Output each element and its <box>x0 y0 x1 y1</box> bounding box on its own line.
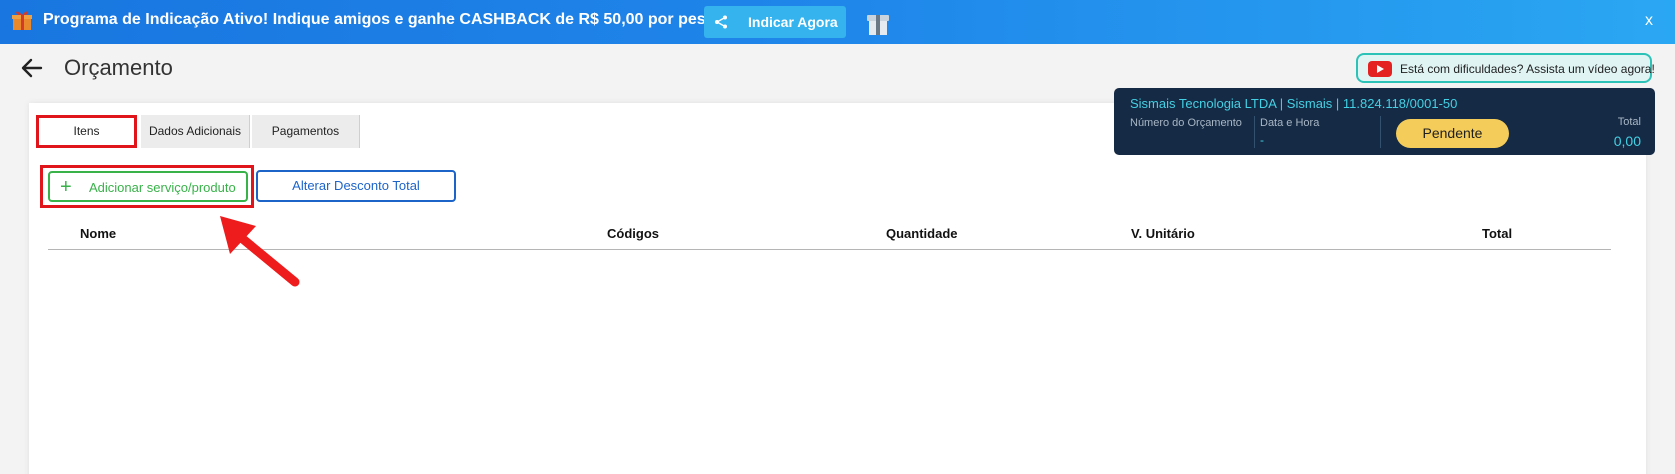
help-video-button[interactable]: Está com dificuldades? Assista um vídeo … <box>1356 53 1655 83</box>
share-icon <box>715 15 727 29</box>
refer-now-label: Indicar Agora <box>748 14 838 30</box>
promo-message: Programa de Indicação Ativo! Indique ami… <box>43 11 739 28</box>
plus-icon: + <box>60 176 72 198</box>
column-header-total: Total <box>1482 226 1513 241</box>
youtube-icon <box>1368 61 1392 77</box>
close-banner-button[interactable]: x <box>1645 12 1653 30</box>
gift-box-icon <box>867 15 889 35</box>
back-arrow-icon[interactable] <box>20 56 44 80</box>
budget-number-label: Número do Orçamento <box>1130 117 1242 129</box>
gift-icon <box>12 11 32 30</box>
tab-pagamentos[interactable]: Pagamentos <box>252 115 360 148</box>
add-service-product-label: Adicionar serviço/produto <box>89 180 236 195</box>
summary-divider <box>1254 116 1255 148</box>
annotation-arrow-icon <box>220 216 300 287</box>
summary-divider <box>1380 116 1381 148</box>
change-total-discount-button[interactable]: Alterar Desconto Total <box>256 170 456 202</box>
budget-summary-card: Sismais Tecnologia LTDA | Sismais | 11.8… <box>1114 88 1655 155</box>
tab-itens[interactable]: Itens <box>36 115 137 148</box>
add-service-product-button[interactable]: + Adicionar serviço/produto <box>48 171 248 202</box>
tab-dados-adicionais[interactable]: Dados Adicionais <box>141 115 250 148</box>
promo-banner: Programa de Indicação Ativo! Indique ami… <box>0 0 1675 44</box>
help-video-label: Está com dificuldades? Assista um vídeo … <box>1400 62 1655 76</box>
page-title: Orçamento <box>64 55 173 80</box>
column-header-codigos: Códigos <box>607 226 659 241</box>
company-info: Sismais Tecnologia LTDA | Sismais | 11.8… <box>1130 96 1458 111</box>
refer-now-button[interactable]: Indicar Agora <box>704 6 846 38</box>
column-header-nome: Nome <box>80 226 117 241</box>
datetime-value: - <box>1260 133 1264 147</box>
total-label: Total <box>1617 116 1641 128</box>
column-header-quantidade: Quantidade <box>886 226 958 241</box>
column-header-valor-unitario: V. Unitário <box>1131 226 1195 241</box>
datetime-label: Data e Hora <box>1260 117 1320 129</box>
status-badge[interactable]: Pendente <box>1396 119 1509 148</box>
total-value: 0,00 <box>1613 133 1641 149</box>
